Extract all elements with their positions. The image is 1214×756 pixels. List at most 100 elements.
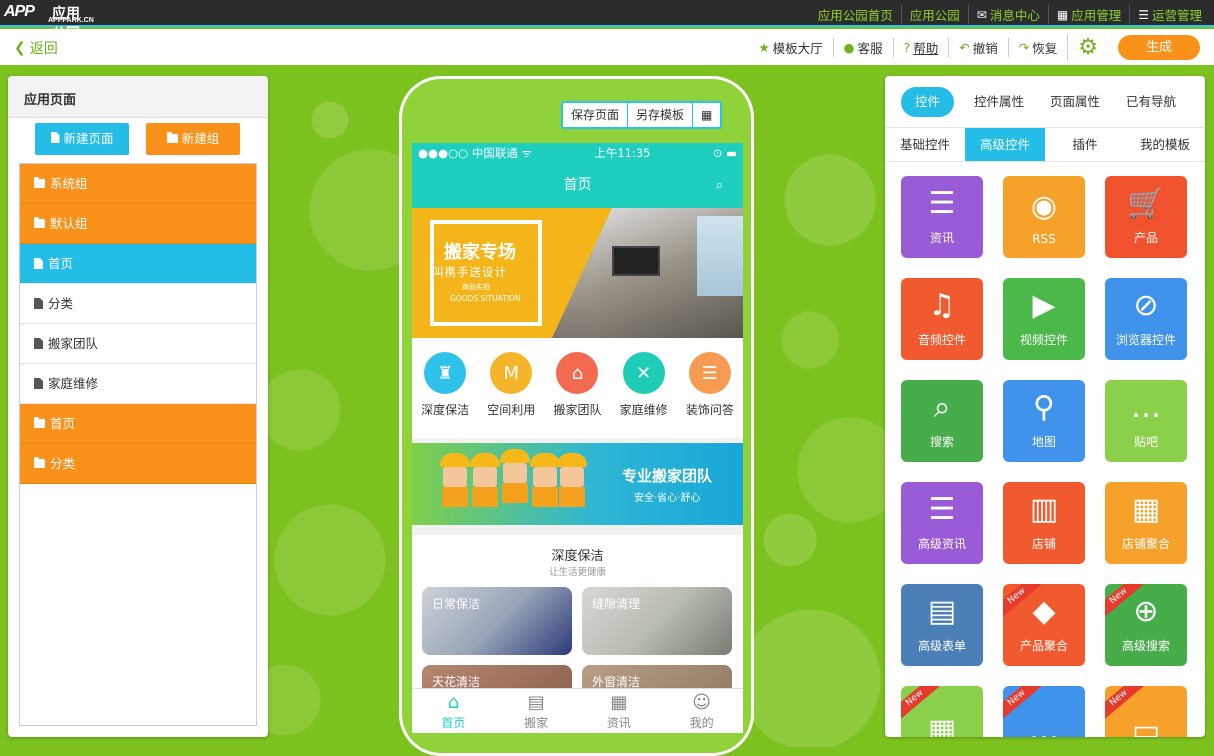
tree-group-category[interactable]: 分类	[20, 444, 256, 484]
product-icon: 🛒	[1127, 186, 1165, 221]
control-tile-shop-aggregate[interactable]: ▦ 店铺聚合	[1105, 482, 1187, 564]
tab-news[interactable]: ▦ 资讯	[578, 689, 661, 733]
tab-home[interactable]: ⌂ 首页	[412, 689, 495, 733]
control-tile-advanced-search[interactable]: New ⊕ 高级搜索	[1105, 584, 1187, 666]
phone-screen: ●●●○○ 中国联通 ᯤ 上午11:35 ⊙ ▬ 首页 ⌕ 搬家专场 叫携手送设…	[412, 143, 743, 733]
tree-group-default[interactable]: 默认组	[20, 204, 256, 244]
control-tile-advanced-form[interactable]: ▤ 高级表单	[901, 584, 983, 666]
shop-icon: ▥	[1029, 492, 1059, 527]
subtab-advanced[interactable]: 高级控件	[965, 128, 1045, 161]
help-button[interactable]: ? 帮助	[892, 38, 949, 57]
new-group-label: 新建组	[181, 131, 220, 146]
moving-banner[interactable]: 搬家专场 叫携手送设计 商品实拍 GOODS SITUATION	[412, 208, 743, 338]
tab-control-properties[interactable]: 控件属性	[968, 87, 1030, 117]
control-tile-label: 地图	[1031, 435, 1056, 449]
team-title: 专业搬家团队	[622, 467, 713, 485]
clean-card[interactable]: 日常保洁	[422, 587, 572, 655]
status-carrier: ●●●○○ 中国联通 ᯤ	[418, 146, 532, 160]
video-icon: ▶	[1032, 288, 1056, 323]
category-home-repair[interactable]: ✕ 家庭维修	[614, 352, 674, 438]
control-tile-product-aggregate[interactable]: New ◆ 产品聚合	[1003, 584, 1085, 666]
control-tile-news[interactable]: ☰ 资讯	[901, 176, 983, 258]
control-tile-building[interactable]: New ▦	[901, 686, 983, 737]
banner-caption: 商品实拍	[462, 283, 490, 291]
category-decor-qa[interactable]: ☰ 装饰问答	[680, 352, 740, 438]
tree-page-home[interactable]: 首页	[20, 244, 256, 284]
advanced-form-icon: ▤	[927, 594, 957, 629]
tree-page-home-repair[interactable]: 家庭维修	[20, 364, 256, 404]
qr-code-icon[interactable]: ▦	[692, 103, 720, 127]
file-icon	[34, 258, 43, 269]
control-tile-audio[interactable]: ♫ 音频控件	[901, 278, 983, 360]
news-icon: ☰	[928, 186, 956, 221]
control-tile-label: 高级搜索	[1121, 639, 1170, 653]
app-header: 首页 ⌕	[412, 163, 743, 208]
control-tile-video[interactable]: ▶ 视频控件	[1003, 278, 1085, 360]
nav-messages-link[interactable]: ✉ 消息中心	[967, 5, 1048, 24]
control-tile-product[interactable]: 🛒 产品	[1105, 176, 1187, 258]
control-tile-label: 产品	[1133, 231, 1158, 245]
phone-preview: 保存页面 另存模板 ▦ ●●●○○ 中国联通 ᯤ 上午11:35 ⊙ ▬ 首页 …	[399, 76, 754, 756]
nav-home-link[interactable]: 应用公园首页	[810, 5, 901, 24]
nav-park-link[interactable]: 应用公园	[900, 5, 968, 24]
control-tile-search[interactable]: ⌕ 搜索	[901, 380, 983, 462]
team-banner[interactable]: 专业搬家团队 安全·省心·舒心	[412, 443, 743, 525]
service-button[interactable]: ● 客服	[832, 38, 893, 57]
subtab-plugins[interactable]: 插件	[1045, 128, 1125, 161]
tab-controls[interactable]: 控件	[901, 86, 955, 117]
control-tile-browser[interactable]: ⊘ 浏览器控件	[1105, 278, 1187, 360]
save-page-button[interactable]: 保存页面	[563, 103, 627, 127]
banner-tv-image	[612, 246, 660, 276]
page-tree: 系统组 默认组 首页 分类 搬家团队 家庭维修 首页 分类	[19, 163, 257, 726]
category-space-use[interactable]: M 空间利用	[481, 352, 541, 438]
control-tile-rss[interactable]: ◉ RSS	[1003, 176, 1085, 258]
category-moving-team[interactable]: ⌂ 搬家团队	[547, 352, 607, 438]
file-icon	[50, 132, 60, 143]
tab-existing-nav[interactable]: 已有导航	[1120, 87, 1182, 117]
tree-group-home[interactable]: 首页	[20, 404, 256, 444]
undo-button[interactable]: ↶ 撤销	[948, 38, 1008, 57]
gear-icon[interactable]: ⚙	[1067, 35, 1108, 60]
search-icon[interactable]: ⌕	[716, 163, 723, 208]
control-tile-map[interactable]: ⚲ 地图	[1003, 380, 1085, 462]
template-hall-button[interactable]: ★ 模板大厅	[748, 38, 832, 57]
control-tile-label: 高级资讯	[917, 537, 966, 551]
control-tile-chat[interactable]: New…	[1003, 686, 1085, 737]
save-template-button[interactable]: 另存模板	[627, 103, 692, 127]
generate-button[interactable]: 生成	[1118, 35, 1200, 60]
control-tile-advanced-news[interactable]: ☰ 高级资讯	[901, 482, 983, 564]
back-button[interactable]: ❮ 返回	[14, 38, 58, 58]
new-page-label: 新建页面	[63, 131, 114, 146]
control-tile-shop[interactable]: ▥ 店铺	[1003, 482, 1085, 564]
tree-page-category[interactable]: 分类	[20, 284, 256, 324]
category-deep-clean[interactable]: ♜ 深度保洁	[415, 352, 475, 438]
advanced-news-icon: ☰	[928, 492, 956, 527]
new-page-button[interactable]: 新建页面	[35, 123, 129, 155]
tree-page-moving-team[interactable]: 搬家团队	[20, 324, 256, 364]
banner-title: 搬家专场	[444, 242, 516, 263]
person-icon: ☺	[692, 692, 711, 713]
subtab-my-templates[interactable]: 我的模板	[1125, 128, 1205, 161]
new-group-button[interactable]: 新建组	[146, 123, 240, 155]
subtab-basic[interactable]: 基础控件	[885, 128, 965, 161]
clean-card[interactable]: 缝隙清理	[582, 587, 732, 655]
tab-moving[interactable]: ▤ 搬家	[495, 689, 578, 733]
nav-app-manage-link[interactable]: ▦ 应用管理	[1047, 5, 1129, 24]
tab-page-properties[interactable]: 页面属性	[1044, 87, 1106, 117]
control-tile-label: 资讯	[929, 231, 954, 245]
redo-icon: ↷	[1018, 40, 1030, 55]
category-label: 搬家团队	[553, 403, 602, 417]
tab-mine[interactable]: ☺ 我的	[660, 689, 743, 733]
nav-ops-manage-link[interactable]: ☰ 运营管理	[1129, 5, 1210, 24]
app-logo[interactable]: APP 应用公园 APPPARK.CN	[4, 3, 94, 41]
tree-group-system[interactable]: 系统组	[20, 164, 256, 204]
control-tile-box[interactable]: New ▭	[1105, 686, 1187, 737]
worker-illustration	[440, 453, 470, 509]
folder-icon	[34, 417, 45, 428]
control-tile-forum[interactable]: … 贴吧	[1105, 380, 1187, 462]
pages-panel: 应用页面 新建页面 新建组 系统组 默认组 首页 分类 搬家团队 家庭维修 首页…	[8, 76, 268, 737]
redo-button[interactable]: ↷ 恢复	[1007, 38, 1068, 57]
map-icon: ⚲	[1033, 390, 1055, 425]
building-icon: ▦	[927, 713, 957, 738]
control-tile-label: 视频控件	[1019, 333, 1068, 347]
